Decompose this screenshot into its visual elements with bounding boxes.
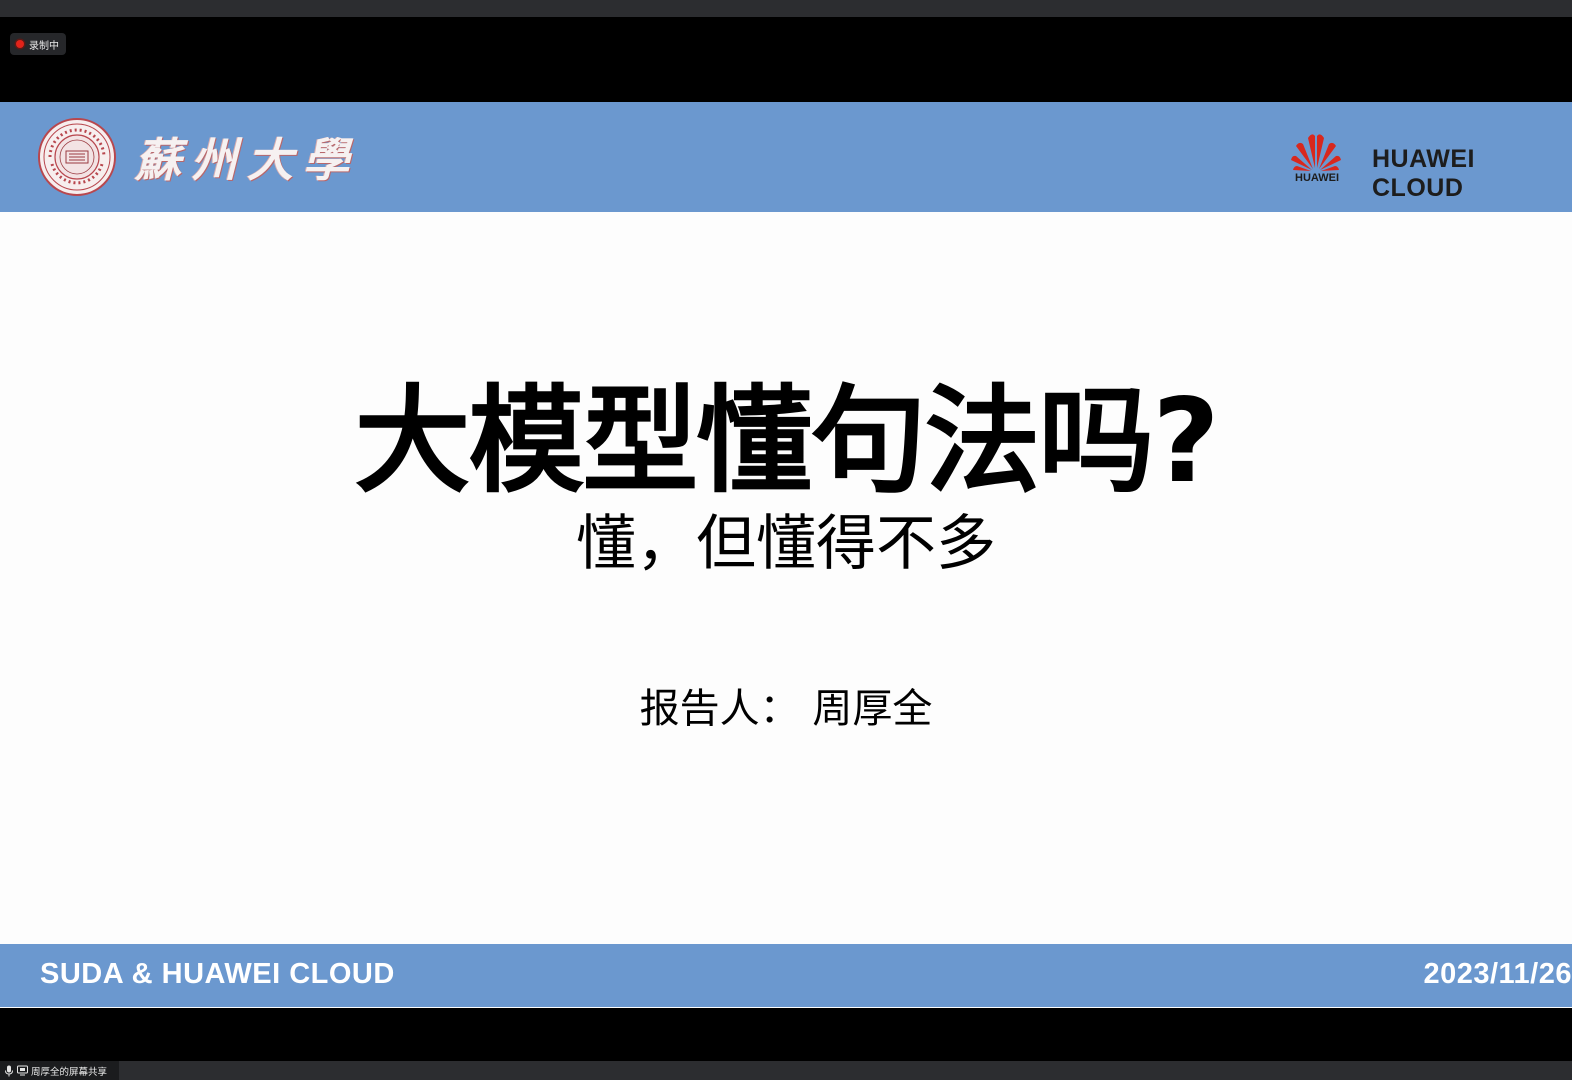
top-toolbar-strip xyxy=(0,0,1572,17)
slide-header-bar: 蘇州大學 HUAWEI HUAWEI CLOUD xyxy=(0,102,1572,212)
recording-indicator[interactable]: 录制中 xyxy=(10,33,66,55)
recording-dot-icon xyxy=(16,40,24,48)
screen-share-icon xyxy=(17,1065,28,1076)
huawei-logo-text: HUAWEI xyxy=(1295,172,1339,184)
recording-label: 录制中 xyxy=(29,40,59,52)
screen-share-tag[interactable]: 周厚全的屏幕共享 xyxy=(0,1061,119,1080)
slide-presenter: 报告人： 周厚全 xyxy=(639,686,933,732)
microphone-icon xyxy=(5,1065,13,1076)
university-name: 蘇州大學 xyxy=(135,133,359,187)
slide-footer-bar: SUDA & HUAWEI CLOUD 2023/11/26 xyxy=(0,944,1572,1007)
slide-subtitle: 懂，但懂得不多 xyxy=(576,509,996,579)
meeting-window: 录制中 蘇州大學 HUAWEI HUAWEI CLOUD 大模型懂句法吗? 懂，… xyxy=(0,0,1572,1080)
soochow-university-seal-icon xyxy=(38,118,116,196)
huawei-cloud-brand: HUAWEI CLOUD xyxy=(1372,145,1475,202)
footer-organizations: SUDA & HUAWEI CLOUD xyxy=(40,958,395,990)
screen-share-label: 周厚全的屏幕共享 xyxy=(31,1066,108,1078)
slide-title: 大模型懂句法吗? xyxy=(354,374,1219,509)
bottom-status-bar: 周厚全的屏幕共享 xyxy=(0,1061,1572,1080)
shared-slide: 蘇州大學 HUAWEI HUAWEI CLOUD 大模型懂句法吗? 懂，但懂得不… xyxy=(0,102,1572,1008)
footer-date: 2023/11/26 xyxy=(1423,958,1572,990)
